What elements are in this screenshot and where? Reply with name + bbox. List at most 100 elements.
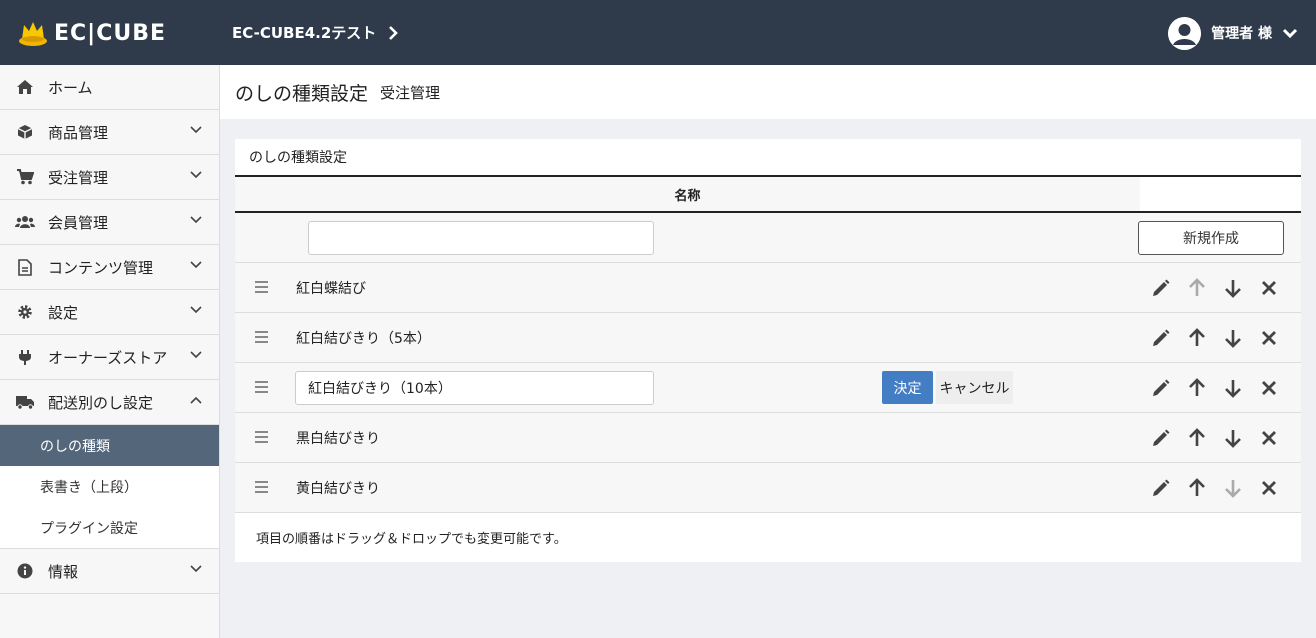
delete-icon[interactable] <box>1251 276 1287 300</box>
sidebar-item-label: 情報 <box>48 562 79 581</box>
gear-icon <box>15 302 35 322</box>
shop-name-label: EC-CUBE4.2テスト <box>232 24 377 42</box>
noshi-submenu: のしの種類 表書き（上段） プラグイン設定 <box>0 425 219 549</box>
arrow-down-icon[interactable] <box>1215 326 1251 350</box>
sidebar-item-orders[interactable]: 受注管理 <box>0 155 219 200</box>
chevron-down-icon <box>190 351 202 359</box>
users-icon <box>15 212 35 232</box>
sidebar-subitem-omotegaki[interactable]: 表書き（上段） <box>0 466 219 507</box>
file-icon <box>15 257 35 277</box>
sidebar-item-members[interactable]: 会員管理 <box>0 200 219 245</box>
row-actions <box>1143 376 1287 400</box>
sidebar-subitem-plugin-settings[interactable]: プラグイン設定 <box>0 507 219 548</box>
sidebar-item-label: オーナーズストア <box>48 348 168 367</box>
arrow-down-icon[interactable] <box>1215 376 1251 400</box>
drag-handle-icon[interactable] <box>255 281 268 296</box>
row-name: 紅白蝶結び <box>296 281 366 297</box>
chevron-down-icon <box>1282 28 1298 38</box>
table-row-editing[interactable]: 決定 キャンセル <box>235 363 1301 413</box>
row-name: 紅白結びきり（5本） <box>296 331 431 347</box>
plug-icon <box>15 347 35 367</box>
edit-icon[interactable] <box>1143 476 1179 500</box>
top-header: EC|CUBE EC-CUBE4.2テスト 管理者 様 <box>0 0 1316 65</box>
chevron-down-icon <box>190 306 202 314</box>
sidebar-item-label: 設定 <box>48 303 79 322</box>
chevron-up-icon <box>190 396 202 404</box>
row-actions <box>1143 426 1287 450</box>
info-icon <box>15 561 35 581</box>
shop-link[interactable]: EC-CUBE4.2テスト <box>232 22 399 43</box>
delete-icon[interactable] <box>1251 376 1287 400</box>
truck-icon <box>15 392 35 412</box>
card-title: のしの種類設定 <box>249 150 347 166</box>
sidebar: ホーム 商品管理 受注管理 会員管理 コンテンツ管理 設定 オーナーズストア 配… <box>0 65 220 638</box>
sidebar-item-label: コンテンツ管理 <box>48 258 154 277</box>
sidebar-item-home[interactable]: ホーム <box>0 65 219 110</box>
chevron-down-icon <box>190 126 202 134</box>
noshi-types-card: のしの種類設定 名称 新規作成 紅白蝶結び 紅白結びきり（5本） 紅白結びきり（… <box>235 139 1301 562</box>
avatar <box>1168 16 1202 50</box>
table-row[interactable]: 黒白結びきり <box>235 413 1301 463</box>
crown-icon <box>19 22 47 46</box>
arrow-up-icon <box>1179 276 1215 300</box>
sidebar-item-label: 配送別のし設定 <box>48 393 154 412</box>
sidebar-item-contents[interactable]: コンテンツ管理 <box>0 245 219 290</box>
footer-note: 項目の順番はドラッグ＆ドロップでも変更可能です。 <box>256 532 567 547</box>
arrow-up-icon[interactable] <box>1179 476 1215 500</box>
chevron-down-icon <box>190 261 202 269</box>
sidebar-item-noshi-settings[interactable]: 配送別のし設定 <box>0 380 219 425</box>
edit-icon[interactable] <box>1143 426 1179 450</box>
cancel-button[interactable]: キャンセル <box>936 371 1013 404</box>
edit-icon[interactable] <box>1143 276 1179 300</box>
drag-handle-icon[interactable] <box>255 331 268 346</box>
user-icon <box>1168 16 1202 50</box>
drag-handle-icon[interactable] <box>255 431 268 446</box>
drag-handle-icon[interactable] <box>255 381 268 396</box>
arrow-up-icon[interactable] <box>1179 326 1215 350</box>
user-name: 管理者 様 <box>1211 26 1272 42</box>
arrow-up-icon[interactable] <box>1179 426 1215 450</box>
column-header-name: 名称 <box>674 188 701 204</box>
table-row[interactable]: 黄白結びきり <box>235 463 1301 513</box>
arrow-down-icon[interactable] <box>1215 276 1251 300</box>
arrow-down-icon[interactable] <box>1215 426 1251 450</box>
row-actions <box>1143 326 1287 350</box>
chevron-down-icon <box>190 171 202 179</box>
new-item-row: 新規作成 <box>235 213 1301 263</box>
sidebar-item-label: 受注管理 <box>48 168 109 187</box>
row-actions <box>1143 276 1287 300</box>
sidebar-item-owners-store[interactable]: オーナーズストア <box>0 335 219 380</box>
home-icon <box>15 77 35 97</box>
ec-cube-logo[interactable]: EC|CUBE <box>18 18 166 48</box>
table-row[interactable]: 紅白蝶結び <box>235 263 1301 313</box>
sidebar-item-products[interactable]: 商品管理 <box>0 110 219 155</box>
chevron-down-icon <box>190 216 202 224</box>
new-name-input[interactable] <box>308 221 654 255</box>
cart-icon <box>15 167 35 187</box>
column-header-actions <box>1140 177 1301 211</box>
sidebar-item-label: 商品管理 <box>48 123 109 142</box>
row-name: 黒白結びきり <box>296 431 380 447</box>
arrow-up-icon[interactable] <box>1179 376 1215 400</box>
edit-name-input[interactable] <box>295 371 654 405</box>
chevron-right-icon <box>389 25 399 40</box>
delete-icon[interactable] <box>1251 426 1287 450</box>
sidebar-subitem-noshi-types[interactable]: のしの種類 <box>0 425 219 466</box>
delete-icon[interactable] <box>1251 326 1287 350</box>
edit-icon[interactable] <box>1143 326 1179 350</box>
row-actions <box>1143 476 1287 500</box>
arrow-down-icon <box>1215 476 1251 500</box>
delete-icon[interactable] <box>1251 476 1287 500</box>
drag-handle-icon[interactable] <box>255 481 268 496</box>
user-menu[interactable]: 管理者 様 <box>1168 16 1298 50</box>
confirm-button[interactable]: 決定 <box>882 371 933 404</box>
sidebar-item-settings[interactable]: 設定 <box>0 290 219 335</box>
sidebar-item-label: 会員管理 <box>48 213 109 232</box>
create-new-button[interactable]: 新規作成 <box>1138 221 1284 255</box>
logo-text: EC|CUBE <box>54 20 167 46</box>
table-header: 名称 <box>235 175 1301 213</box>
table-row[interactable]: 紅白結びきり（5本） <box>235 313 1301 363</box>
edit-icon[interactable] <box>1143 376 1179 400</box>
row-name: 黄白結びきり <box>296 481 380 497</box>
sidebar-item-info[interactable]: 情報 <box>0 549 219 594</box>
